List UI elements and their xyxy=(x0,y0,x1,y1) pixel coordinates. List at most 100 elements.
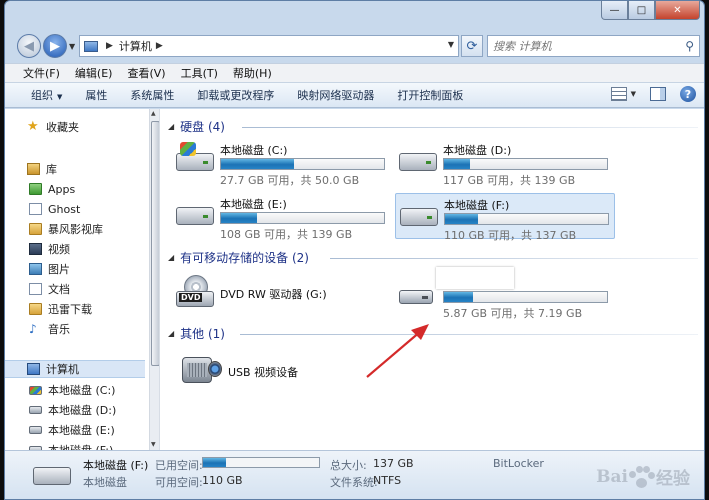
nav-drive-d[interactable]: 本地磁盘 (D:) xyxy=(29,401,116,419)
nav-label: 库 xyxy=(46,163,57,176)
drive-space-info: 5.87 GB 可用，共 7.19 GB xyxy=(443,307,583,320)
nav-label: 暴风影视库 xyxy=(48,223,103,236)
nav-drive-f[interactable]: 本地磁盘 (F:) xyxy=(29,441,113,450)
navigation-scrollbar[interactable]: ▲ ▼ xyxy=(149,109,159,450)
drive-name: 本地磁盘 (F:) xyxy=(444,199,510,212)
address-history-dropdown[interactable]: ▼ xyxy=(448,40,454,49)
group-header-removable[interactable]: ◢ 有可移动存储的设备 (2) xyxy=(168,249,309,265)
nav-item-xunlei[interactable]: 迅雷下载 xyxy=(29,300,92,318)
nav-label: Ghost xyxy=(48,202,81,216)
drive-space-info: 110 GB 可用，共 137 GB xyxy=(444,229,577,242)
nav-label: 音乐 xyxy=(48,323,70,336)
nav-label: 文档 xyxy=(48,283,70,296)
drive-name: DVD RW 驱动器 (G:) xyxy=(220,288,327,301)
search-input[interactable] xyxy=(493,39,673,53)
open-control-panel-button[interactable]: 打开控制面板 xyxy=(397,87,463,103)
group-title: 硬盘 (4) xyxy=(180,119,225,134)
maximize-button[interactable]: □ xyxy=(628,1,655,20)
properties-button[interactable]: 属性 xyxy=(85,87,107,103)
scroll-up-icon[interactable]: ▲ xyxy=(151,110,156,117)
details-usage-bar xyxy=(202,457,320,468)
group-header-hdd[interactable]: ◢ 硬盘 (4) xyxy=(168,118,225,134)
menu-tools[interactable]: 工具(T) xyxy=(181,65,218,81)
group-title: 有可移动存储的设备 (2) xyxy=(180,250,309,265)
nav-computer[interactable]: 计算机 xyxy=(5,360,145,378)
document-icon xyxy=(29,203,42,215)
help-icon[interactable]: ? xyxy=(680,86,696,102)
menu-edit[interactable]: 编辑(E) xyxy=(75,65,113,81)
hard-drive-icon xyxy=(399,147,437,173)
video-icon xyxy=(29,243,42,255)
windows-drive-icon xyxy=(176,142,214,173)
group-divider xyxy=(242,127,698,128)
details-total-value: 137 GB xyxy=(373,457,414,470)
dvd-drive-tile[interactable]: DVD DVD RW 驱动器 (G:) xyxy=(172,269,392,315)
collapse-icon[interactable]: ◢ xyxy=(168,122,174,131)
view-options-dropdown[interactable]: ▼ xyxy=(631,90,636,98)
scroll-down-icon[interactable]: ▼ xyxy=(151,441,156,448)
menu-bar: 文件(F) 编辑(E) 查看(V) 工具(T) 帮助(H) xyxy=(5,63,704,82)
command-bar: 组织 ▼ 属性 系统属性 卸载或更改程序 映射网络驱动器 打开控制面板 ▼ ? xyxy=(5,82,704,108)
refresh-button[interactable]: ⟳ xyxy=(461,35,483,57)
address-location[interactable]: 计算机 xyxy=(119,38,152,54)
back-button[interactable]: ◀ xyxy=(17,34,41,58)
preview-pane-icon[interactable] xyxy=(650,87,666,101)
nav-item-pictures[interactable]: 图片 xyxy=(29,260,70,278)
details-free-value: 110 GB xyxy=(202,474,243,487)
drive-tile-f[interactable]: 本地磁盘 (F:) 110 GB 可用，共 137 GB xyxy=(395,193,615,242)
menu-help[interactable]: 帮助(H) xyxy=(233,65,272,81)
folder-icon xyxy=(29,303,42,315)
nav-drive-c[interactable]: 本地磁盘 (C:) xyxy=(29,381,115,399)
nav-item-videos[interactable]: 视频 xyxy=(29,240,70,258)
change-view-icon[interactable] xyxy=(610,87,627,101)
drive-tile-d[interactable]: 本地磁盘 (D:) 117 GB 可用，共 139 GB xyxy=(395,139,615,187)
minimize-button[interactable]: — xyxy=(601,1,628,20)
computer-icon xyxy=(27,363,40,375)
nav-item-baofeng[interactable]: 暴风影视库 xyxy=(29,220,103,238)
address-bar[interactable]: ▶ 计算机 ▶ ▼ xyxy=(79,35,459,57)
video-camera-icon[interactable] xyxy=(182,353,222,387)
nav-item-apps[interactable]: Apps xyxy=(29,180,75,198)
drive-space-info: 108 GB 可用，共 139 GB xyxy=(220,228,353,241)
drive-tile-c[interactable]: 本地磁盘 (C:) 27.7 GB 可用，共 50.0 GB xyxy=(172,139,392,187)
drive-name: 本地磁盘 (C:) xyxy=(220,144,288,157)
nav-item-music[interactable]: ♪ 音乐 xyxy=(29,320,70,338)
recent-pages-dropdown[interactable]: ▼ xyxy=(69,42,75,51)
nav-item-documents[interactable]: 文档 xyxy=(29,280,70,298)
nav-label: 图片 xyxy=(48,263,70,276)
uninstall-program-button[interactable]: 卸载或更改程序 xyxy=(197,87,274,103)
usb-video-device[interactable]: USB 视频设备 xyxy=(228,364,298,380)
system-properties-button[interactable]: 系统属性 xyxy=(130,87,174,103)
search-icon[interactable]: ⚲ xyxy=(685,39,694,53)
library-icon xyxy=(27,163,40,175)
drive-usage-bar xyxy=(443,158,608,170)
forward-button[interactable]: ▶ xyxy=(43,34,67,58)
navigation-bar: ◀ ▶ ▼ ▶ 计算机 ▶ ▼ ⟳ ⚲ xyxy=(5,29,704,61)
windows-drive-icon xyxy=(29,385,42,395)
hard-drive-icon xyxy=(29,406,42,414)
chevron-right-icon[interactable]: ▶ xyxy=(106,41,113,51)
nav-favorites[interactable]: ★ 收藏夹 xyxy=(5,118,79,136)
red-arrow-annotation xyxy=(366,324,429,378)
group-header-other[interactable]: ◢ 其他 (1) xyxy=(168,325,225,341)
drive-tile-e[interactable]: 本地磁盘 (E:) 108 GB 可用，共 139 GB xyxy=(172,193,392,241)
details-fs-value: NTFS xyxy=(373,474,402,487)
drive-name: 本地磁盘 (D:) xyxy=(443,144,512,157)
collapse-icon[interactable]: ◢ xyxy=(168,253,174,262)
menu-file[interactable]: 文件(F) xyxy=(23,65,60,81)
search-box[interactable]: ⚲ xyxy=(487,35,700,57)
details-used-label: 已用空间: xyxy=(155,459,203,472)
navigation-pane: ★ 收藏夹 库 Apps Ghost 暴风影视库 视频 图片 文档 迅雷下载 ♪… xyxy=(5,109,160,450)
nav-library[interactable]: 库 xyxy=(5,160,57,178)
details-fs-label: 文件系统: xyxy=(330,476,378,489)
organize-button[interactable]: 组织 ▼ xyxy=(31,87,62,103)
nav-label: 本地磁盘 (E:) xyxy=(48,424,115,437)
chevron-right-icon[interactable]: ▶ xyxy=(156,41,163,51)
close-button[interactable]: ✕ xyxy=(655,1,700,20)
collapse-icon[interactable]: ◢ xyxy=(168,329,174,338)
nav-drive-e[interactable]: 本地磁盘 (E:) xyxy=(29,421,115,439)
nav-item-ghost[interactable]: Ghost xyxy=(29,200,80,218)
map-network-drive-button[interactable]: 映射网络驱动器 xyxy=(297,87,374,103)
scrollbar-thumb[interactable] xyxy=(151,121,159,366)
menu-view[interactable]: 查看(V) xyxy=(127,65,165,81)
